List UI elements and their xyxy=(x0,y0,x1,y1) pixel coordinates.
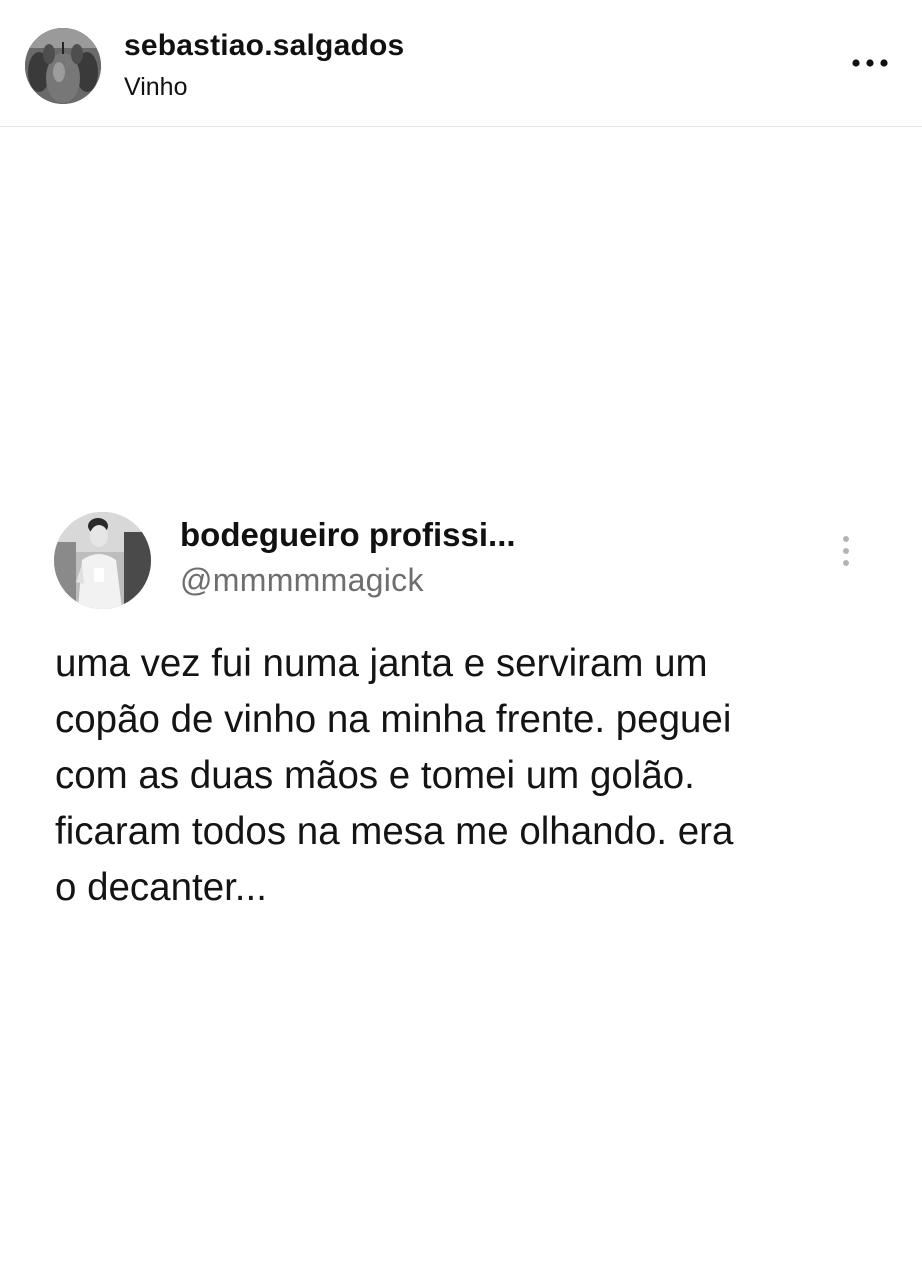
instagram-post: sebastiao.salgados Vinho bodegueiro prof… xyxy=(0,0,922,1280)
more-horizontal-icon xyxy=(852,59,888,67)
tweet-text-line: copão de vinho na minha frente. peguei xyxy=(55,698,732,741)
pears-photo-icon xyxy=(25,28,101,104)
post-subtitle[interactable]: Vinho xyxy=(124,73,188,102)
tweet-text-line: ficaram todos na mesa me olhando. era xyxy=(55,810,734,853)
tweet-author-name[interactable]: bodegueiro profissi... xyxy=(180,516,516,554)
more-options-button[interactable] xyxy=(846,48,894,78)
tweet-text-line: com as duas mãos e tomei um golão. xyxy=(55,754,695,797)
post-header: sebastiao.salgados Vinho xyxy=(0,0,922,127)
tweet-author-handle[interactable]: @mmmmmagick xyxy=(180,562,424,599)
more-vertical-icon xyxy=(843,536,849,566)
profile-avatar[interactable] xyxy=(25,28,101,104)
tweet-author-avatar[interactable] xyxy=(54,512,151,609)
tweet-text-line: uma vez fui numa janta e serviram um xyxy=(55,642,708,685)
tweet-text: uma vez fui numa janta e serviram um cop… xyxy=(55,636,875,916)
person-photo-icon xyxy=(54,512,151,609)
post-username[interactable]: sebastiao.salgados xyxy=(124,29,404,63)
tweet-text-line: o decanter... xyxy=(55,866,267,909)
tweet-options-button[interactable] xyxy=(834,532,858,572)
